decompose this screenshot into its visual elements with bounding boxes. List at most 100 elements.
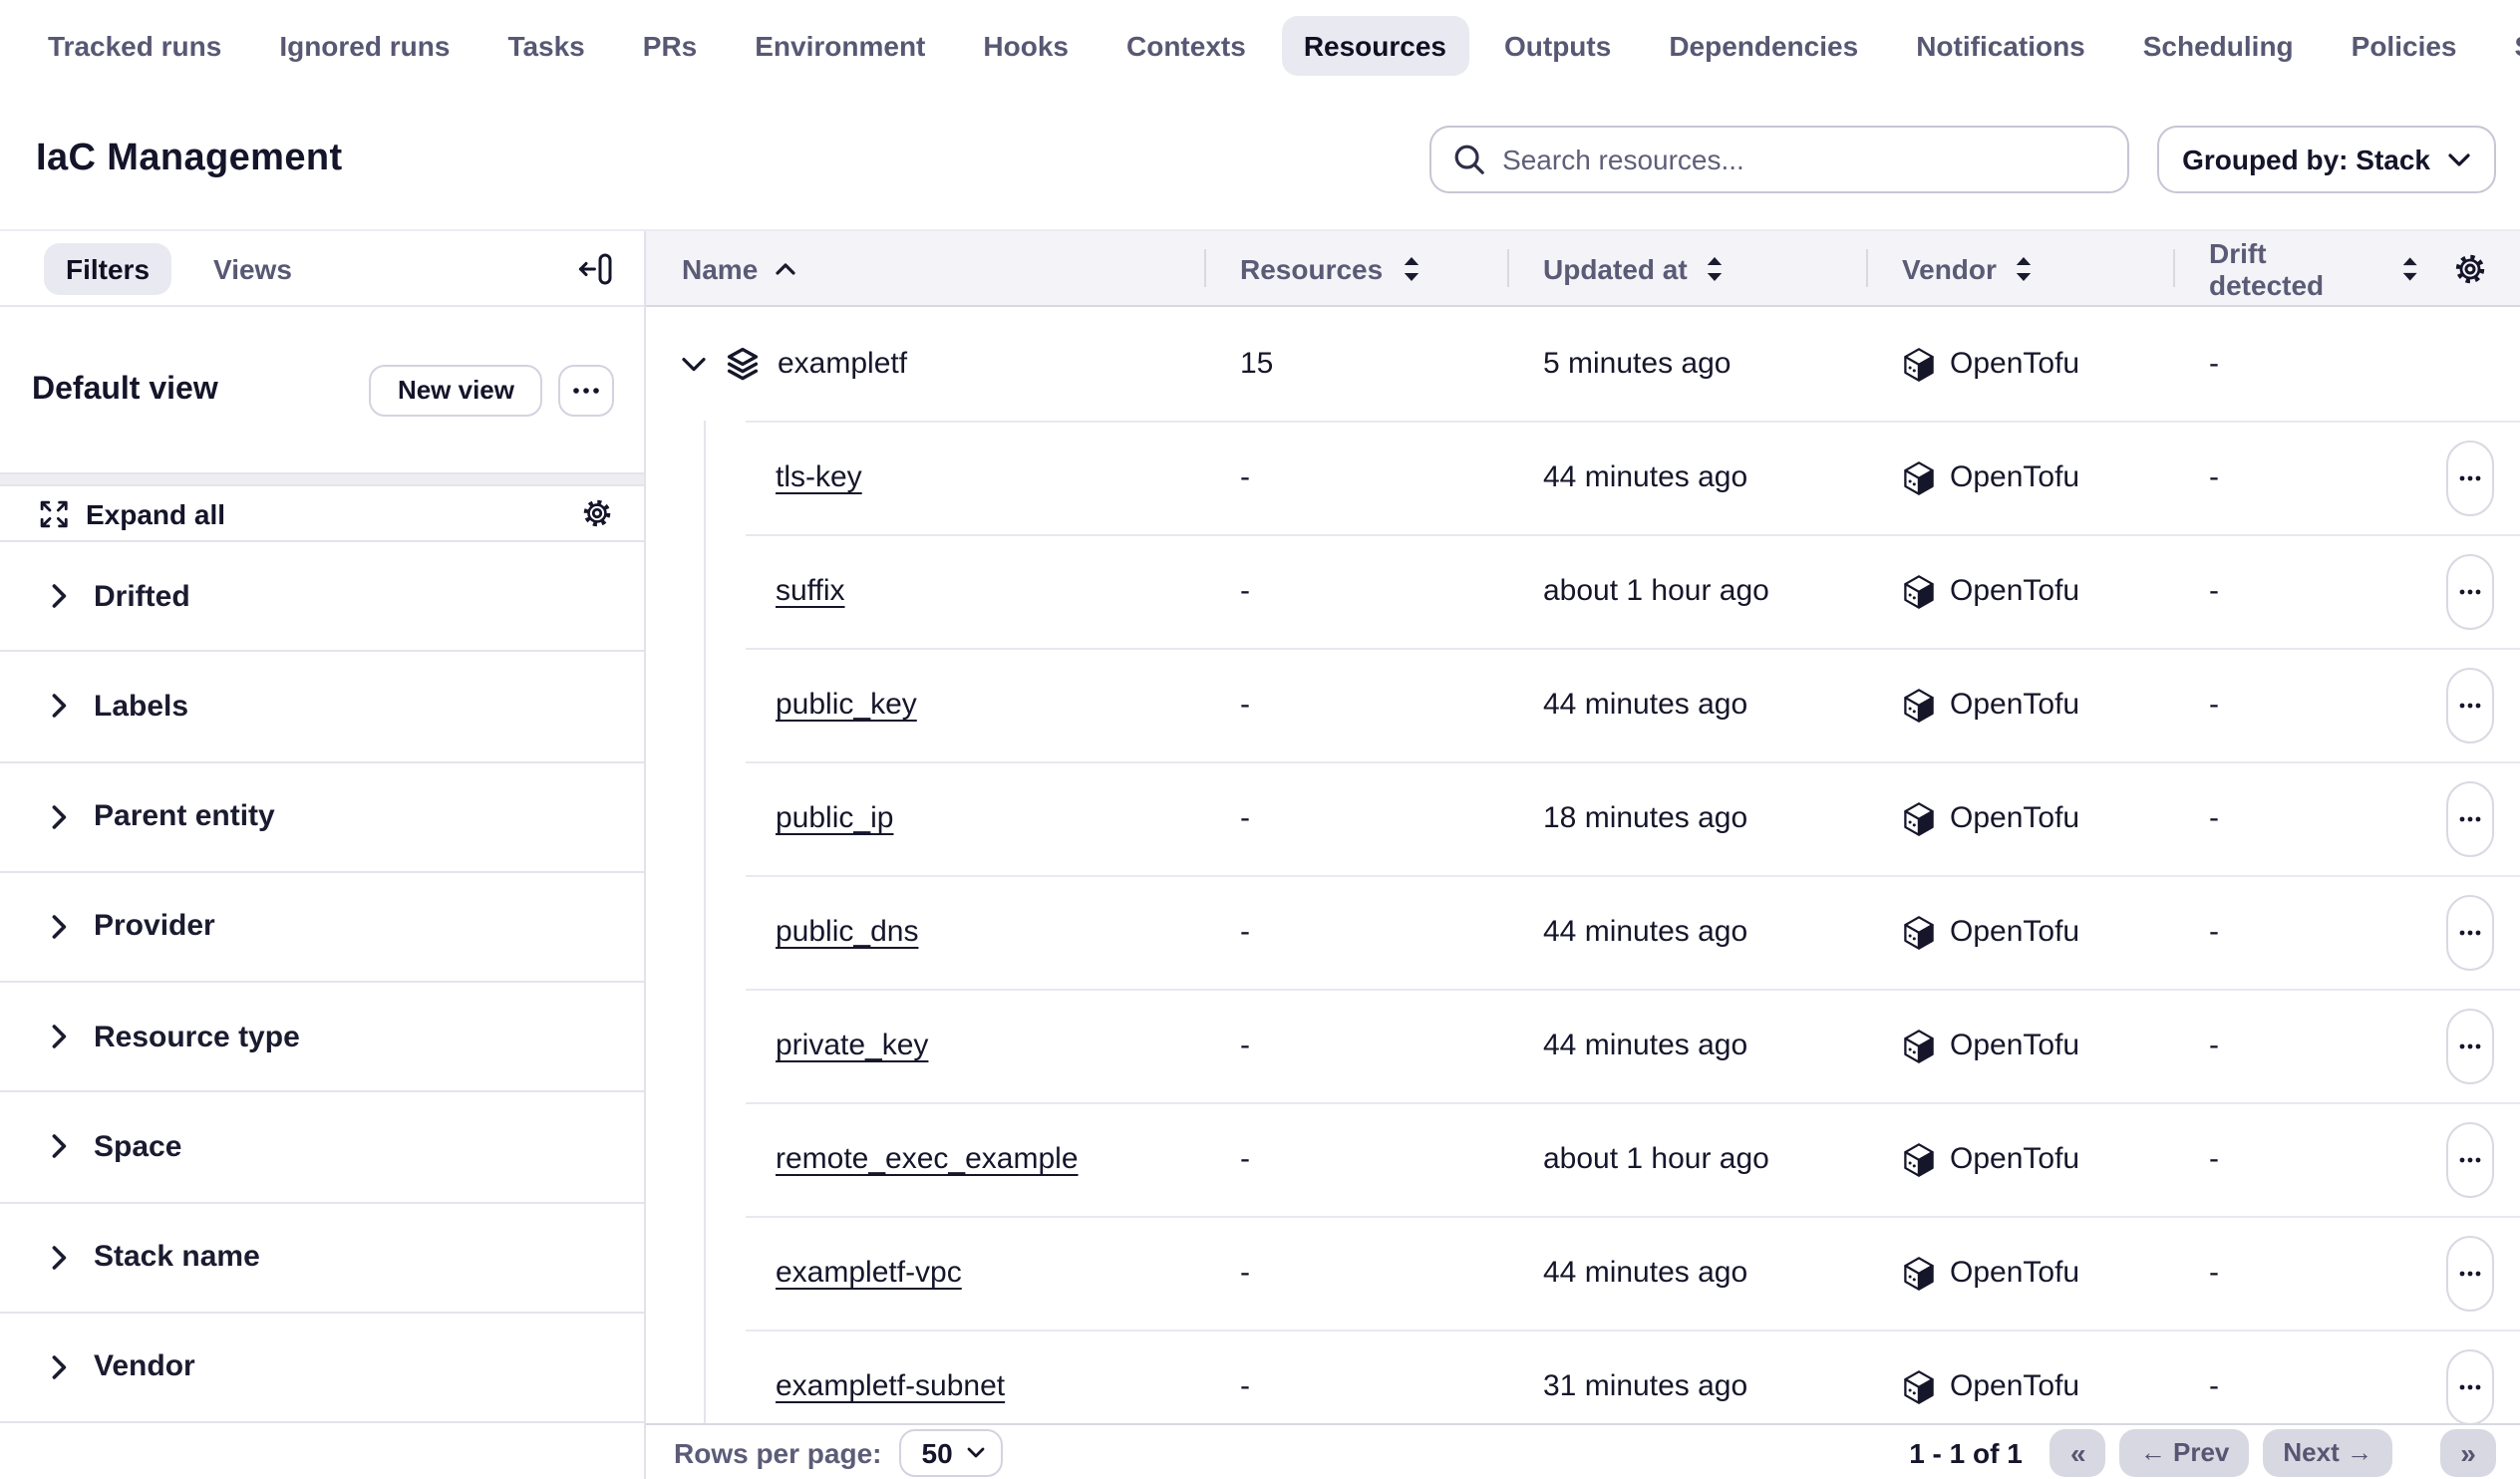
nav-tab[interactable]: Scheduling (2121, 15, 2316, 75)
tab-views[interactable]: Views (191, 242, 314, 294)
new-view-button[interactable]: New view (370, 364, 542, 416)
gear-icon (582, 498, 612, 528)
stack-group-row[interactable]: exampletf 15 5 minutes ago OpenTofu - (646, 307, 2520, 421)
filter-section[interactable]: Drifted (0, 542, 644, 653)
column-header-name[interactable]: Name (646, 231, 1204, 305)
resource-vendor: OpenTofu (1950, 1256, 2079, 1290)
expand-all-row[interactable]: Expand all (0, 486, 644, 542)
row-menu-button[interactable] (2446, 1008, 2494, 1083)
nav-tab[interactable]: Resources (1282, 15, 1468, 75)
row-menu-button[interactable] (2446, 1235, 2494, 1311)
sidebar: Filters Views Default view New view E (0, 231, 646, 1479)
collapse-group-icon[interactable] (682, 356, 706, 372)
ellipsis-icon (2458, 1041, 2482, 1049)
resource-name-link[interactable]: tls-key (776, 460, 862, 494)
nav-tab[interactable]: State history (2493, 15, 2520, 75)
filter-section[interactable]: Parent entity (0, 762, 644, 873)
resource-name-link[interactable]: suffix (776, 574, 845, 608)
resource-name-link[interactable]: exampletf-vpc (776, 1256, 962, 1290)
resource-name-link[interactable]: exampletf-subnet (776, 1369, 1005, 1403)
nav-tab-label: Resources (1304, 29, 1446, 61)
last-page-button[interactable]: » (2440, 1428, 2496, 1476)
expand-all-label: Expand all (86, 497, 225, 529)
column-header-updated[interactable]: Updated at (1507, 231, 1866, 305)
nav-tab[interactable]: Contexts (1104, 15, 1268, 75)
nav-tab[interactable]: Policies (2330, 15, 2479, 75)
resource-name-link[interactable]: public_ip (776, 801, 893, 835)
column-header-drift[interactable]: Drift detected (2173, 231, 2420, 305)
nav-tab-label: Tracked runs (48, 29, 221, 61)
resource-vendor: OpenTofu (1950, 915, 2079, 949)
nav-tab[interactable]: Hooks (961, 15, 1091, 75)
row-menu-button[interactable] (2446, 1348, 2494, 1423)
nav-tab[interactable]: Environment (733, 15, 947, 75)
row-menu-button[interactable] (2446, 894, 2494, 970)
next-page-button[interactable]: Next → (2263, 1428, 2392, 1476)
collapse-sidebar-button[interactable] (578, 252, 612, 284)
filter-section-label: Parent entity (94, 799, 275, 833)
filter-section[interactable]: Resource type (0, 983, 644, 1093)
filter-section-label: Vendor (94, 1350, 195, 1384)
stack-resources-count: 15 (1204, 347, 1507, 381)
resource-name-link[interactable]: private_key (776, 1029, 928, 1062)
ellipsis-icon (2458, 1382, 2482, 1390)
stack-drift: - (2173, 347, 2420, 381)
view-actions: New view (370, 364, 614, 416)
nav-tab-label: Outputs (1504, 29, 1611, 61)
resource-row: remote_exec_example - about 1 hour ago O… (646, 1102, 2520, 1216)
resource-drift: - (2173, 915, 2420, 949)
column-header-vendor[interactable]: Vendor (1866, 231, 2173, 305)
resource-row: public_dns - 44 minutes ago OpenTofu - (646, 875, 2520, 989)
stack-updated-at: 5 minutes ago (1507, 347, 1866, 381)
resource-name-link[interactable]: remote_exec_example (776, 1142, 1079, 1176)
first-page-button[interactable]: « (2050, 1428, 2106, 1476)
table-settings-button[interactable] (2420, 231, 2520, 305)
filter-section[interactable]: Stack name (0, 1203, 644, 1314)
nav-tab[interactable]: PRs (621, 15, 719, 75)
resource-name-link[interactable]: public_key (776, 688, 917, 722)
nav-tab-label: Ignored runs (279, 29, 450, 61)
filter-section[interactable]: Space (0, 1093, 644, 1204)
opentofu-icon (1902, 800, 1936, 836)
resource-row: exampletf-subnet - 31 minutes ago OpenTo… (646, 1330, 2520, 1423)
resource-drift: - (2173, 688, 2420, 722)
opentofu-icon (1902, 914, 1936, 950)
chevron-right-icon (52, 1245, 68, 1269)
resource-drift: - (2173, 1369, 2420, 1403)
rows-per-page-select[interactable]: 50 (900, 1428, 1003, 1476)
filter-section[interactable]: Labels (0, 653, 644, 763)
opentofu-icon (1902, 573, 1936, 609)
nav-tab[interactable]: Outputs (1482, 15, 1633, 75)
stack-vendor: OpenTofu (1950, 347, 2079, 381)
resource-row: public_key - 44 minutes ago OpenTofu - (646, 648, 2520, 761)
row-menu-button[interactable] (2446, 1121, 2494, 1197)
row-menu-button[interactable] (2446, 667, 2494, 742)
nav-tab[interactable]: Dependencies (1647, 15, 1880, 75)
resource-drift: - (2173, 460, 2420, 494)
search-icon (1452, 144, 1484, 175)
content: Filters Views Default view New view E (0, 229, 2520, 1479)
resource-name-link[interactable]: public_dns (776, 915, 918, 949)
nav-tab[interactable]: Tasks (485, 15, 606, 75)
filter-section[interactable]: Vendor (0, 1314, 644, 1424)
prev-page-button[interactable]: ← Prev (2120, 1428, 2250, 1476)
sidebar-settings-button[interactable] (582, 498, 612, 528)
row-menu-button[interactable] (2446, 440, 2494, 515)
tab-filters[interactable]: Filters (44, 242, 171, 294)
ellipsis-icon (2458, 587, 2482, 595)
chevron-down-icon (967, 1446, 985, 1458)
opentofu-icon (1902, 1141, 1936, 1177)
row-menu-button[interactable] (2446, 780, 2494, 856)
view-more-button[interactable] (558, 364, 614, 416)
search-input[interactable] (1428, 126, 2128, 193)
resource-resources: - (1204, 1029, 1507, 1062)
row-menu-button[interactable] (2446, 553, 2494, 629)
filter-section[interactable]: Provider (0, 873, 644, 984)
resources-table: Name Resources Updated at Vendor Drift d… (646, 231, 2520, 1479)
column-header-resources[interactable]: Resources (1204, 231, 1507, 305)
nav-tab[interactable]: Tracked runs (26, 15, 243, 75)
grouped-by-dropdown[interactable]: Grouped by: Stack (2156, 126, 2496, 193)
nav-tab[interactable]: Notifications (1894, 15, 2107, 75)
filter-section-label: Space (94, 1130, 181, 1164)
nav-tab[interactable]: Ignored runs (257, 15, 472, 75)
